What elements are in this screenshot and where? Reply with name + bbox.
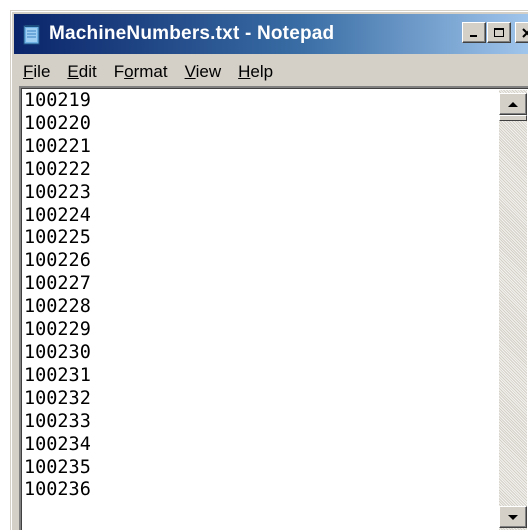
menu-format[interactable]: Format <box>105 62 176 82</box>
window-title: MachineNumbers.txt - Notepad <box>49 23 335 44</box>
text-line: 100219 <box>24 90 91 111</box>
close-icon <box>522 27 528 38</box>
maximize-button[interactable] <box>487 22 511 43</box>
title-bar-buttons <box>462 22 528 43</box>
text-line: 100233 <box>24 410 91 432</box>
text-line: 100222 <box>24 158 91 180</box>
notepad-window: MachineNumbers.txt - Notepad File Edit F… <box>10 10 528 530</box>
close-button[interactable] <box>515 22 528 43</box>
text-line: 100220 <box>24 112 91 134</box>
text-line: 100224 <box>24 204 91 226</box>
text-line: 100230 <box>24 341 91 363</box>
scroll-up-button[interactable] <box>499 93 527 115</box>
text-line: 100229 <box>24 319 91 341</box>
menu-bar: File Edit Format View Help <box>14 57 528 87</box>
text-line: 100226 <box>24 250 91 272</box>
text-line: 100223 <box>24 181 91 203</box>
notepad-app-icon[interactable] <box>23 23 41 45</box>
text-line: 100228 <box>24 296 91 318</box>
scrollbar-thumb[interactable] <box>499 115 527 121</box>
scroll-up-arrow-icon <box>508 101 518 107</box>
minimize-icon <box>470 34 477 37</box>
menu-help[interactable]: Help <box>229 62 281 82</box>
text-line: 100235 <box>24 456 91 478</box>
text-line: 100232 <box>24 387 91 409</box>
menu-view[interactable]: View <box>176 62 230 82</box>
menu-file[interactable]: File <box>14 62 58 82</box>
scroll-down-button[interactable] <box>499 506 527 528</box>
minimize-button[interactable] <box>462 22 486 43</box>
text-editor[interactable]: 100219 100220 100221 100222 100223 100224 1002… <box>19 86 528 530</box>
text-line: 100234 <box>24 433 91 455</box>
text-line: 100231 <box>24 364 91 386</box>
document-text[interactable]: 100219 100220 100221 100222 100223 100224 1002… <box>24 90 91 502</box>
text-line: 100221 <box>24 135 91 157</box>
vertical-scrollbar[interactable] <box>499 90 527 530</box>
text-line: 100225 <box>24 227 91 249</box>
scroll-down-arrow-icon <box>508 514 518 520</box>
text-line: 100236 <box>24 479 91 501</box>
title-bar[interactable]: MachineNumbers.txt - Notepad <box>14 14 528 54</box>
maximize-icon <box>494 28 504 37</box>
text-line: 100227 <box>24 273 91 295</box>
menu-edit[interactable]: Edit <box>58 62 104 82</box>
